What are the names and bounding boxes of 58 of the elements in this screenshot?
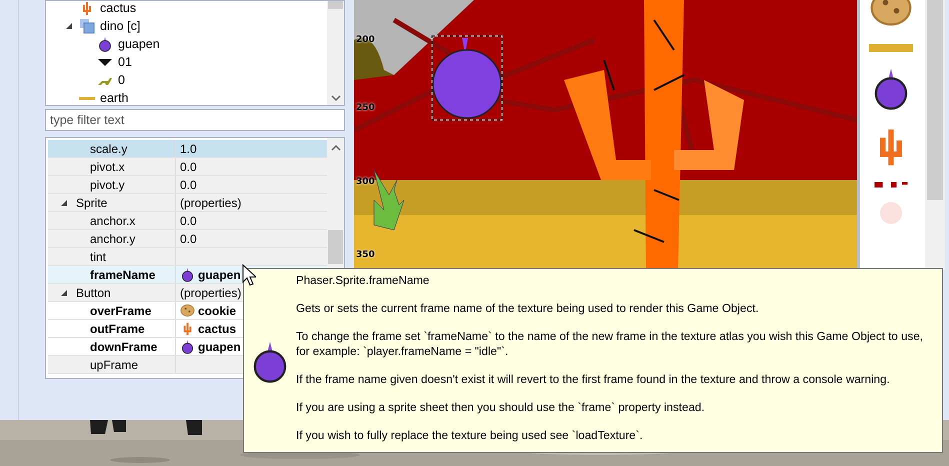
property-name: upFrame <box>89 358 138 372</box>
tree-item[interactable]: guapen <box>118 37 160 51</box>
property-name: anchor.x <box>89 214 136 228</box>
group-name: Sprite <box>76 196 108 210</box>
property-row[interactable]: anchor.y 0.0 <box>48 230 327 248</box>
tooltip-paragraph: If you wish to fully replace the texture being used see `loadTexture`. <box>296 428 644 443</box>
property-name: frameName <box>89 268 156 282</box>
tree-item[interactable]: earth <box>100 91 128 105</box>
property-row[interactable]: pivot.x 0.0 <box>48 158 327 176</box>
tooltip-paragraph: If the frame name given doesn't exist it will revert to the first frame found in the texture and throw a console warning. <box>296 372 891 387</box>
group-value: (properties) <box>180 286 242 300</box>
scrollbar-thumb[interactable] <box>927 0 943 200</box>
tree-item[interactable]: cactus <box>100 1 136 15</box>
fruit-icon <box>180 339 195 354</box>
scrollbar-thumb[interactable] <box>328 230 343 264</box>
property-name: tint <box>89 250 106 264</box>
property-name: downFrame <box>89 340 158 354</box>
tree-item[interactable]: 01 <box>118 55 132 69</box>
property-value: 1.0 <box>180 142 197 156</box>
property-name: scale.y <box>89 142 128 156</box>
group-name: Button <box>76 286 111 300</box>
property-name: pivot.x <box>89 160 125 174</box>
expanded-arrow-icon[interactable] <box>60 288 68 296</box>
property-name: overFrame <box>89 304 152 318</box>
property-value: 0.0 <box>180 214 197 228</box>
group-value: (properties) <box>180 196 242 210</box>
property-value: 0.0 <box>180 160 197 174</box>
filter-field[interactable]: type filter text <box>45 109 345 131</box>
property-value: cactus <box>198 322 236 336</box>
scroll-up-icon[interactable] <box>330 143 342 153</box>
expanded-arrow-icon[interactable] <box>60 198 68 206</box>
expanded-arrow-icon[interactable] <box>65 22 73 30</box>
property-value: cookie <box>198 304 236 318</box>
ruler-label: 250 <box>356 103 375 113</box>
property-row[interactable]: anchor.x 0.0 <box>48 212 327 230</box>
mouse-pointer-icon <box>242 264 256 286</box>
property-value: guapen <box>198 340 241 354</box>
scroll-down-icon[interactable] <box>330 93 342 103</box>
property-name: outFrame <box>89 322 145 336</box>
property-name: anchor.y <box>89 232 136 246</box>
tree-item[interactable]: 0 <box>118 73 125 87</box>
property-row[interactable]: scale.y 1.0 <box>48 140 327 158</box>
ruler-label: 350 <box>356 250 375 260</box>
ruler-label: 300 <box>356 177 375 187</box>
property-value: guapen <box>198 268 241 282</box>
property-value: 0.0 <box>180 178 197 192</box>
fruit-icon <box>180 267 195 282</box>
layers-icon <box>79 18 95 34</box>
tree-item[interactable]: dino [c] <box>100 19 140 33</box>
tooltip-paragraph: If you are using a sprite sheet then you should use the `frame` property instead. <box>296 400 706 415</box>
property-row[interactable]: tint <box>48 248 327 266</box>
ground-strip-icon <box>79 96 95 100</box>
scrollbar-thumb[interactable] <box>328 1 343 9</box>
fruit-icon <box>97 36 113 52</box>
property-value: 0.0 <box>180 232 197 246</box>
property-name: pivot.y <box>89 178 125 192</box>
cookie-icon <box>180 303 195 318</box>
property-row[interactable]: pivot.y 0.0 <box>48 176 327 194</box>
